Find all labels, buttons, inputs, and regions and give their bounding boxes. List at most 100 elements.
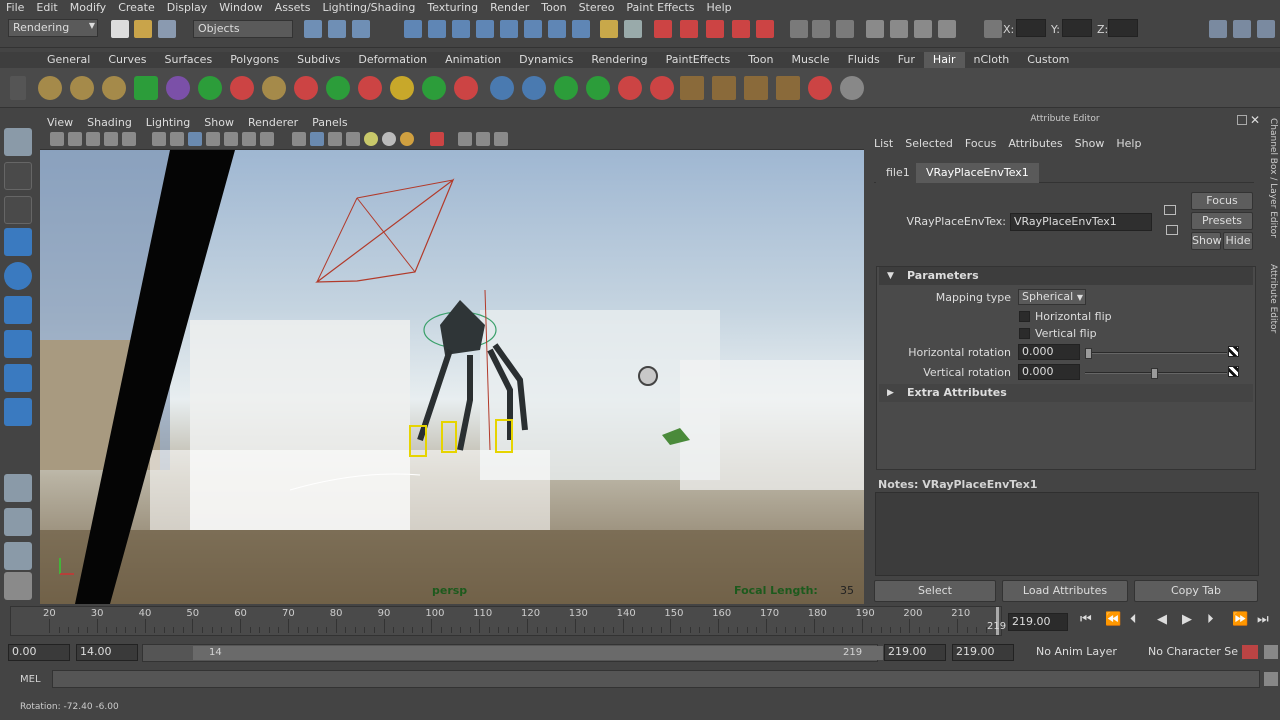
menu-lighting-shading[interactable]: Lighting/Shading <box>316 1 421 14</box>
scale-tool-icon[interactable] <box>4 296 32 324</box>
show-manipulator-icon[interactable] <box>4 398 32 426</box>
shelf-tab-rendering[interactable]: Rendering <box>582 52 656 68</box>
map-button-icon[interactable] <box>1228 366 1239 377</box>
shelf-tab-general[interactable]: General <box>38 52 99 68</box>
snap-grid-icon[interactable] <box>404 20 422 38</box>
input-ops-icon[interactable] <box>548 20 566 38</box>
play-forwards-icon[interactable]: ▶ <box>1182 612 1192 627</box>
play-backwards-icon[interactable]: ◀ <box>1157 612 1167 627</box>
parameters-header[interactable]: ▼ Parameters <box>879 267 1253 285</box>
shelf-tab-dynamics[interactable]: Dynamics <box>510 52 582 68</box>
shelf-tab-muscle[interactable]: Muscle <box>782 52 838 68</box>
shelf-tab-surfaces[interactable]: Surfaces <box>156 52 222 68</box>
play-icon[interactable] <box>134 76 158 100</box>
snap-curve-icon[interactable] <box>428 20 446 38</box>
show-button[interactable]: Show <box>1191 232 1222 250</box>
magnet-icon[interactable] <box>654 20 672 38</box>
input-connection-icon[interactable] <box>1164 205 1176 215</box>
viewport-menu-show[interactable]: Show <box>197 116 241 129</box>
shelf-tab-animation[interactable]: Animation <box>436 52 510 68</box>
cache-s-icon[interactable] <box>554 76 578 100</box>
perspective-viewport[interactable]: persp Focal Length: 35 <box>40 150 864 604</box>
menu-render[interactable]: Render <box>484 1 535 14</box>
script-editor-icon[interactable] <box>1264 672 1278 686</box>
nodes-icon[interactable] <box>494 132 508 146</box>
new-scene-icon[interactable] <box>111 20 129 38</box>
shelf-tab-deformation[interactable]: Deformation <box>349 52 436 68</box>
playback-start-field[interactable]: 14.00 <box>76 644 138 661</box>
field-chart-icon[interactable] <box>224 132 238 146</box>
hair-system-a-icon[interactable] <box>680 76 704 100</box>
snap-live-icon[interactable] <box>500 20 518 38</box>
wireframe-icon[interactable] <box>292 132 306 146</box>
menu-create[interactable]: Create <box>112 1 161 14</box>
attribute-editor-toggle-icon[interactable] <box>1209 20 1227 38</box>
single-perspective-layout-icon[interactable] <box>4 474 32 502</box>
menuset-dropdown[interactable]: Rendering ▼ <box>8 19 98 37</box>
viewport-menu-lighting[interactable]: Lighting <box>139 116 197 129</box>
save-scene-icon[interactable] <box>158 20 176 38</box>
lock-icon[interactable] <box>600 20 618 38</box>
mapping-type-dropdown[interactable]: Spherical ▼ <box>1018 289 1086 305</box>
shadows-icon[interactable] <box>400 132 414 146</box>
hair-system-c-icon[interactable] <box>744 76 768 100</box>
focus-button[interactable]: Focus <box>1191 192 1253 210</box>
ae-menu-show[interactable]: Show <box>1069 137 1111 150</box>
ae-menu-focus[interactable]: Focus <box>959 137 1002 150</box>
ae-menu-help[interactable]: Help <box>1110 137 1147 150</box>
soft-modify-icon[interactable] <box>4 364 32 392</box>
scissor-icon[interactable] <box>840 76 864 100</box>
constraint-c-icon[interactable] <box>166 76 190 100</box>
wireframe-on-shaded-icon[interactable] <box>328 132 342 146</box>
channel-box-tab[interactable]: Channel Box / Layer Editor <box>1264 118 1278 238</box>
hide-button[interactable]: Hide <box>1223 232 1253 250</box>
extra-attributes-header[interactable]: ▶ Extra Attributes <box>879 384 1253 402</box>
animation-end-field[interactable]: 219.00 <box>952 644 1014 661</box>
collide-cube-icon[interactable] <box>522 76 546 100</box>
shelf-tab-toon[interactable]: Toon <box>739 52 782 68</box>
vertical-rotation-slider[interactable] <box>1085 368 1227 379</box>
copy-tab-button[interactable]: Copy Tab <box>1134 580 1258 602</box>
menu-window[interactable]: Window <box>213 1 268 14</box>
map-button-icon[interactable] <box>1228 346 1239 357</box>
node-name-field[interactable]: VRayPlaceEnvTex1 <box>1010 213 1152 231</box>
viewport-menu-shading[interactable]: Shading <box>80 116 139 129</box>
close-icon[interactable]: ✕ <box>1250 113 1260 127</box>
horizontal-rotation-field[interactable]: 0.000 <box>1018 344 1080 360</box>
set-rest-icon[interactable] <box>454 76 478 100</box>
lasso-tool-icon[interactable] <box>4 162 32 190</box>
outliner-icon[interactable] <box>812 20 830 38</box>
vertical-flip-checkbox[interactable] <box>1019 328 1030 339</box>
ipr-render-icon[interactable] <box>680 20 698 38</box>
paint-hair-icon[interactable] <box>294 76 318 100</box>
xray-active-icon[interactable] <box>476 132 490 146</box>
step-forward-key-icon[interactable]: ⏩ <box>1232 612 1248 627</box>
y-field[interactable] <box>1062 19 1092 37</box>
safe-title-icon[interactable] <box>260 132 274 146</box>
attribute-editor-tab[interactable]: Attribute Editor <box>1264 264 1278 333</box>
viewport-menu-renderer[interactable]: Renderer <box>241 116 305 129</box>
output-ops-icon[interactable] <box>572 20 590 38</box>
select-button[interactable]: Select <box>874 580 996 602</box>
auto-key-icon[interactable] <box>1242 645 1258 659</box>
command-language-label[interactable]: MEL <box>20 674 41 685</box>
horizontal-flip-checkbox[interactable] <box>1019 311 1030 322</box>
snap-view-plane-icon[interactable] <box>476 20 494 38</box>
shelf-tab-subdivs[interactable]: Subdivs <box>288 52 349 68</box>
graph-editor-icon[interactable] <box>836 20 854 38</box>
menu-texturing[interactable]: Texturing <box>421 1 484 14</box>
rotate-tool-icon[interactable] <box>4 262 32 290</box>
range-slider[interactable]: 14 219 <box>142 644 883 662</box>
menu-paint-effects[interactable]: Paint Effects <box>620 1 700 14</box>
slider-handle[interactable] <box>1085 348 1092 359</box>
go-to-start-icon[interactable]: ⏮ <box>1080 612 1092 627</box>
channel-box-toggle-icon[interactable] <box>1257 20 1275 38</box>
preferences-icon[interactable] <box>1264 645 1278 659</box>
menu-display[interactable]: Display <box>161 1 214 14</box>
ae-tab-vrayplaceenvtex1[interactable]: VRayPlaceEnvTex1 <box>916 163 1039 183</box>
shelf-tab-fur[interactable]: Fur <box>889 52 924 68</box>
grid-toggle-icon[interactable] <box>152 132 166 146</box>
use-all-lights-icon[interactable] <box>382 132 396 146</box>
camera-icon[interactable] <box>890 20 908 38</box>
animation-start-field[interactable]: 0.00 <box>8 644 70 661</box>
